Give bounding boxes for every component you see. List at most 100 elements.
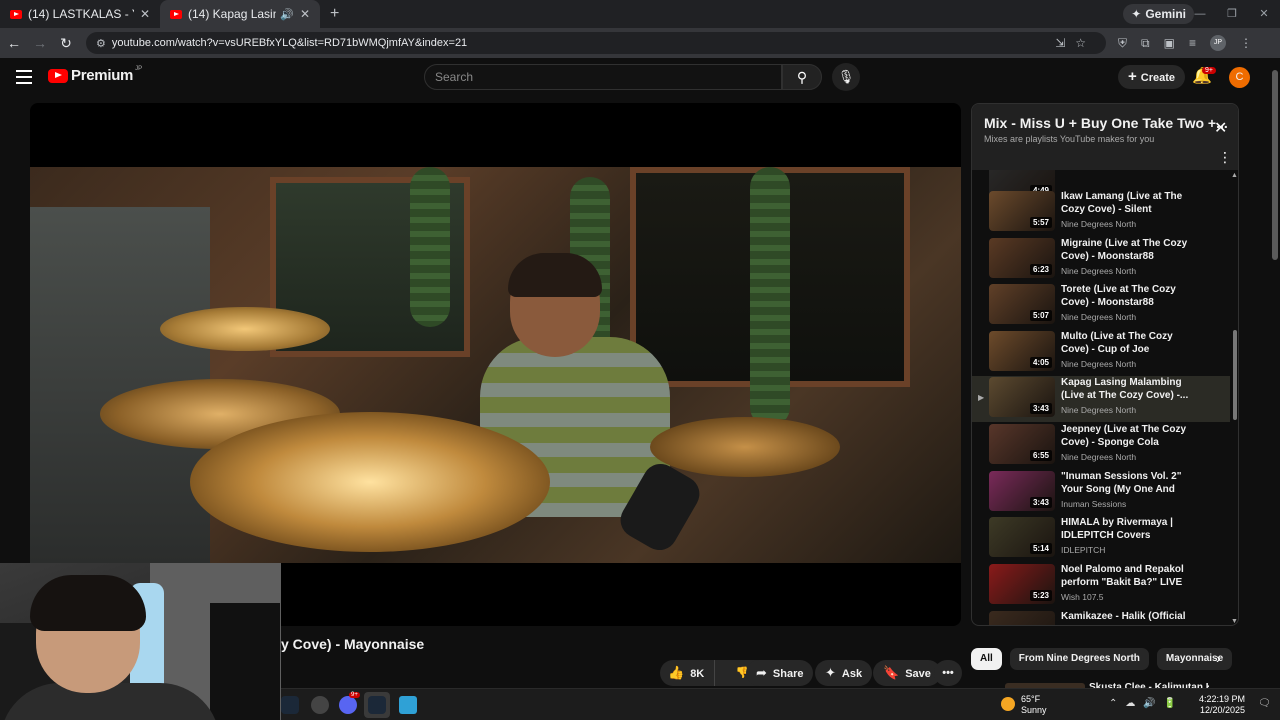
close-icon[interactable]: ✕ [1214, 118, 1227, 138]
speaker-icon[interactable]: 🔊 [280, 8, 294, 21]
playlist-item-title[interactable]: Torete (Live at The Cozy Cove) - Moonsta… [1061, 283, 1195, 309]
close-tab-icon[interactable]: ✕ [300, 7, 310, 21]
discord-badge: 9+ [349, 692, 360, 698]
youtube-premium-logo[interactable]: Premium JP [48, 65, 143, 84]
playlist-item-title[interactable]: Migraine (Live at The Cozy Cove) - Moons… [1061, 237, 1195, 263]
scrollbar-thumb[interactable] [1233, 330, 1237, 420]
playlist-item[interactable]: Kamikazee - Halik (Official [972, 610, 1230, 625]
search-input[interactable]: Search [424, 64, 782, 90]
chevron-right-icon[interactable]: › [1216, 650, 1221, 666]
reload-icon[interactable]: ↻ [54, 35, 78, 52]
chip-all[interactable]: All [971, 648, 1002, 670]
scroll-up-icon[interactable]: ▲ [1231, 172, 1238, 179]
page-scrollbar[interactable] [1270, 58, 1280, 688]
ask-button[interactable]: ✦ Ask [815, 660, 873, 686]
video-thumbnail[interactable]: 5:23 [989, 564, 1055, 604]
playlist-item[interactable]: 5:14 HIMALA by Rivermaya | IDLEPITCH Cove… [972, 516, 1230, 562]
media-icon[interactable]: ≡ [1189, 36, 1196, 50]
like-button[interactable]: 👍 8K [660, 660, 710, 687]
profile-avatar[interactable]: JP [1209, 35, 1226, 51]
create-button[interactable]: + Create [1118, 65, 1186, 89]
playlist-title[interactable]: Mix - Miss U + Buy One Take Two +... [984, 115, 1228, 131]
playlist-item-title[interactable]: "Inuman Sessions Vol. 2" Your Song (My O… [1061, 470, 1195, 496]
user-avatar[interactable]: C [1229, 67, 1250, 88]
site-info-icon[interactable]: ⚙ [96, 37, 106, 50]
window-controls: — ❐ ✕ [1184, 0, 1280, 28]
duration-badge: 5:57 [1029, 217, 1052, 228]
playlist-item[interactable]: 6:55 Jeepney (Live at The Cozy Cove) - Sp… [972, 423, 1230, 469]
playlist-item-title[interactable]: Kamikazee - Halik (Official [1061, 610, 1195, 623]
video-thumbnail[interactable]: 3:43 [989, 471, 1055, 511]
close-tab-icon[interactable]: ✕ [140, 7, 150, 21]
scroll-down-icon[interactable]: ▼ [1231, 618, 1238, 625]
new-tab-icon[interactable]: + [330, 5, 339, 23]
now-playing-icon: ▶ [978, 393, 985, 402]
search-button[interactable]: ⚲ [782, 64, 822, 90]
more-vertical-icon[interactable]: ⋮ [1218, 149, 1232, 166]
playlist-item-title[interactable]: Ikaw Lamang (Live at The Cozy Cove) - Si… [1061, 190, 1195, 216]
playlist-item-title[interactable]: Noel Palomo and Repakol perform "Bakit B… [1061, 563, 1195, 589]
playlist-item[interactable]: 6:23 Migraine (Live at The Cozy Cove) - M… [972, 237, 1230, 283]
extensions-icon[interactable]: ⧉ [1141, 36, 1150, 51]
video-thumbnail[interactable]: 4:05 [989, 331, 1055, 371]
split-view-icon[interactable]: ▣ [1164, 36, 1175, 50]
chip-from-channel[interactable]: From Nine Degrees North [1009, 648, 1149, 670]
playlist-item[interactable]: 5:57 Ikaw Lamang (Live at The Cozy Cove) … [972, 190, 1230, 236]
filter-chips: All From Nine Degrees North Mayonnaise [971, 648, 1233, 670]
logo-region: JP [135, 65, 143, 72]
playlist-item-title[interactable]: Jeepney (Live at The Cozy Cove) - Sponge… [1061, 423, 1195, 449]
hamburger-menu-icon[interactable] [16, 70, 32, 88]
notification-center-icon[interactable]: 🗨 [1258, 698, 1271, 709]
shield-icon[interactable]: ⛨ [1118, 36, 1127, 51]
minimize-icon[interactable]: — [1184, 0, 1216, 28]
more-actions-button[interactable]: ••• [934, 660, 962, 686]
notepad-icon[interactable] [399, 696, 417, 714]
playlist-item[interactable]: 3:43 "Inuman Sessions Vol. 2" Your Song (… [972, 470, 1230, 516]
menu-icon[interactable]: ⋮ [1240, 36, 1252, 50]
gemini-label: Gemini [1145, 7, 1186, 21]
playlist-item[interactable]: 5:23 Noel Palomo and Repakol perform "Bak… [972, 563, 1230, 609]
playlist-item-current[interactable]: ▶ 3:43 Kapag Lasing Malambing (Live at The… [972, 376, 1230, 422]
voice-search-button[interactable]: 🎙 [832, 63, 860, 91]
playlist-scrollbar[interactable]: ▲ ▼ [1231, 170, 1238, 625]
playlist-item[interactable]: 5:07 Torete (Live at The Cozy Cove) - Moo… [972, 283, 1230, 329]
save-label: Save [905, 668, 931, 680]
steam-icon[interactable] [281, 696, 299, 714]
system-tray-icons[interactable]: ⌃☁🔊🔋 [1109, 698, 1184, 709]
save-button[interactable]: 🔖 Save [873, 660, 941, 686]
duration-badge: 6:55 [1029, 450, 1052, 461]
browser-tab-active[interactable]: (14) Kapag Lasing Malambing 🔊 ✕ [160, 0, 320, 28]
close-window-icon[interactable]: ✕ [1248, 0, 1280, 28]
page-scrollbar-thumb[interactable] [1272, 70, 1278, 260]
video-thumbnail[interactable]: 5:14 [989, 517, 1055, 557]
playlist-item-title[interactable]: Multo (Live at The Cozy Cove) - Cup of J… [1061, 330, 1195, 356]
steam-active-icon[interactable] [368, 696, 386, 714]
ask-label: Ask [841, 668, 863, 680]
video-player[interactable] [30, 103, 961, 626]
playlist-item-channel: Nine Degrees North [1061, 266, 1137, 276]
restore-icon[interactable]: ❐ [1216, 0, 1248, 28]
video-thumbnail[interactable]: 3:43 [989, 377, 1055, 417]
share-button[interactable]: ➦ Share [746, 660, 814, 686]
address-bar[interactable]: ⚙ youtube.com/watch?v=vsUREBfxYLQ&list=R… [86, 32, 1106, 54]
playlist-item-channel: Nine Degrees North [1061, 452, 1137, 462]
video-thumbnail[interactable] [989, 611, 1055, 625]
address-bar-actions[interactable]: ⇲☆ [1055, 36, 1096, 50]
app-icon[interactable] [311, 696, 329, 714]
forward-icon[interactable]: → [28, 35, 52, 51]
discord-icon[interactable] [339, 696, 357, 714]
playlist-item[interactable]: 4:05 Multo (Live at The Cozy Cove) - Cup … [972, 330, 1230, 376]
system-clock[interactable]: 4:22:19 PM 12/20/2025 [1199, 694, 1245, 716]
search-icon: ⚲ [796, 69, 808, 85]
video-thumbnail[interactable]: 6:55 [989, 424, 1055, 464]
weather-widget[interactable]: 65°F Sunny [1021, 694, 1047, 716]
video-thumbnail[interactable]: 6:23 [989, 238, 1055, 278]
duration-badge: 3:43 [1029, 403, 1052, 414]
playlist-item-title[interactable]: Kapag Lasing Malambing (Live at The Cozy… [1061, 376, 1195, 402]
video-thumbnail[interactable]: 5:07 [989, 284, 1055, 324]
video-thumbnail[interactable]: 5:57 [989, 191, 1055, 231]
back-icon[interactable]: ← [2, 35, 26, 51]
browser-tab[interactable]: (14) LASTKALAS - YouTube ✕ [0, 0, 160, 28]
playlist-item-title[interactable]: HIMALA by Rivermaya | IDLEPITCH Covers [1061, 516, 1195, 542]
video-frame [30, 167, 961, 563]
